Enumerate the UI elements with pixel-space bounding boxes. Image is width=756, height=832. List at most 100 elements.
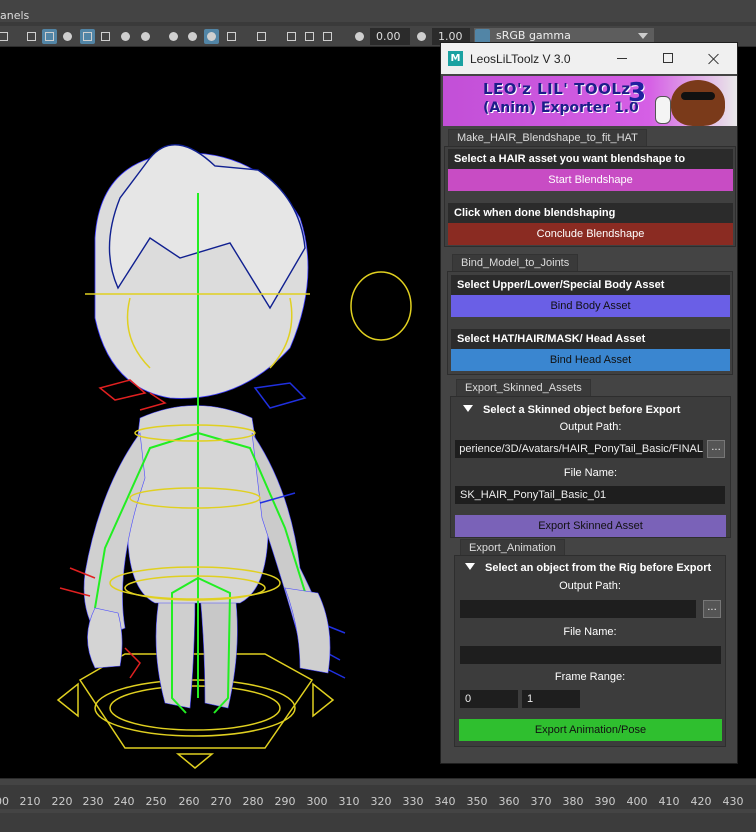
smooth-shade-icon[interactable] [42,29,57,44]
anti-alias-icon[interactable] [204,29,219,44]
tab-bind-model[interactable]: Bind_Model_to_Joints [452,254,579,271]
maya-icon: M [448,51,463,66]
tick-label: 390 [594,795,616,808]
skinned-section-header[interactable]: Select a Skinned object before Export [463,404,680,416]
motion-blur-icon[interactable] [185,29,200,44]
anim-file-name-input[interactable] [460,646,721,664]
tick-label: 270 [210,795,232,808]
bind-model-panel: Select Upper/Lower/Special Body Asset Bi… [447,271,733,375]
bind-body-asset-button[interactable]: Bind Body Asset [451,295,730,317]
tick-label: 350 [466,795,488,808]
minimize-icon [617,58,627,59]
window-titlebar[interactable]: M LeosLiLToolz V 3.0 [441,43,737,74]
anim-browse-button[interactable]: ... [703,600,721,618]
tick-label: 250 [145,795,167,808]
export-skinned-asset-button[interactable]: Export Skinned Asset [455,515,726,537]
tab-hair-blendshape[interactable]: Make_HAIR_Blendshape_to_fit_HAT [448,129,647,146]
tick-label: 360 [498,795,520,808]
mascot-icon [671,80,725,126]
tick-label: 430 [722,795,744,808]
gamma-icon[interactable] [414,29,429,44]
shadows-icon[interactable] [138,29,153,44]
textures-icon[interactable] [98,29,113,44]
skinned-output-label: Output Path: [559,421,622,433]
anim-header-text: Select an object from the Rig before Exp… [485,562,712,574]
wireframe-icon[interactable] [24,29,39,44]
tick-label: 290 [274,795,296,808]
frame-range-label: Frame Range: [554,671,626,683]
lights-icon[interactable] [118,29,133,44]
start-blendshape-button[interactable]: Start Blendshape [448,169,733,191]
body-prompt-label: Select Upper/Lower/Special Body Asset [451,275,730,295]
export-animation-panel: Select an object from the Rig before Exp… [454,555,726,747]
bind-head-asset-button[interactable]: Bind Head Asset [451,349,730,371]
tick-label: 310 [338,795,360,808]
skinned-header-text: Select a Skinned object before Export [483,404,681,416]
skinned-file-name-input[interactable]: SK_HAIR_PonyTail_Basic_01 [455,486,725,504]
anim-file-label: File Name: [563,626,617,638]
tick-label: 330 [402,795,424,808]
tab-export-animation[interactable]: Export_Animation [460,539,565,556]
tick-label: 420 [690,795,712,808]
xray-icon[interactable] [284,29,299,44]
anim-output-path-input[interactable] [460,600,696,618]
maya-menu-bar: anels [0,0,756,26]
anim-section-header[interactable]: Select an object from the Rig before Exp… [465,562,711,574]
maximize-icon [663,53,673,63]
banner-version-number: 3 [628,78,647,108]
banner-title: LEO'z LIL' TOOLz [483,80,631,98]
export-animation-button[interactable]: Export Animation/Pose [459,719,722,741]
banner-subtitle: (Anim) Exporter 1.0 [483,100,639,116]
skinned-browse-button[interactable]: ... [707,440,725,458]
tick-label: 370 [530,795,552,808]
timeline-ruler[interactable]: 00 210 220 230 240 250 260 270 280 290 3… [0,785,756,809]
tab-export-skinned[interactable]: Export_Skinned_Assets [456,379,591,396]
tick-label: 320 [370,795,392,808]
close-button[interactable] [691,43,737,74]
hair-blendshape-panel: Select a HAIR asset you want blendshape … [444,146,736,247]
tick-label: 300 [306,795,328,808]
tick-label: 340 [434,795,456,808]
exposure-icon[interactable] [352,29,367,44]
frame-end-input[interactable]: 1 [522,690,580,708]
triangle-down-icon [463,405,473,412]
tick-label: 00 [0,795,9,808]
exposure-field[interactable]: 0.00 [370,28,410,45]
triangle-down-icon [465,563,475,570]
root-control [56,653,335,769]
xray-joints-icon[interactable] [302,29,317,44]
conclude-blendshape-button[interactable]: Conclude Blendshape [448,223,733,245]
time-slider[interactable]: 00 210 220 230 240 250 260 270 280 290 3… [0,778,756,832]
range-slider[interactable] [0,813,756,832]
leos-lil-toolz-window: M LeosLiLToolz V 3.0 LEO'z LIL' TOOLz (A… [440,42,738,764]
panels-menu[interactable]: anels [0,9,29,22]
skinned-output-path-value: perience/3D/Avatars/HAIR_PonyTail_Basic/… [459,443,703,455]
ambient-occlusion-icon[interactable] [166,29,181,44]
tool-banner: LEO'z LIL' TOOLz (Anim) Exporter 1.0 3 [443,76,737,126]
peace-hand-icon [655,96,671,124]
tick-label: 210 [19,795,41,808]
skinned-file-label: File Name: [563,467,618,479]
window-title: LeosLiLToolz V 3.0 [470,52,571,66]
depth-of-field-icon[interactable] [224,29,239,44]
isolate-select-icon[interactable] [254,29,269,44]
frame-start-input[interactable]: 0 [460,690,518,708]
tick-label: 240 [113,795,135,808]
conclude-prompt-label: Click when done blendshaping [448,203,733,223]
anim-output-label: Output Path: [559,580,621,592]
tick-label: 410 [658,795,680,808]
color-space-value: sRGB gamma [496,29,571,42]
chevron-down-icon [638,33,648,39]
xray-components-icon[interactable] [320,29,335,44]
flat-shade-icon[interactable] [60,29,75,44]
camera-icon[interactable] [0,29,11,44]
maximize-button[interactable] [645,43,691,74]
tick-label: 400 [626,795,648,808]
tick-label: 380 [562,795,584,808]
tick-label: 280 [242,795,264,808]
tick-label: 220 [51,795,73,808]
wireframe-on-shaded-icon[interactable] [80,29,95,44]
minimize-button[interactable] [599,43,645,74]
hair-prompt-label: Select a HAIR asset you want blendshape … [448,149,733,169]
skinned-output-path-input[interactable]: perience/3D/Avatars/HAIR_PonyTail_Basic/… [455,440,703,458]
